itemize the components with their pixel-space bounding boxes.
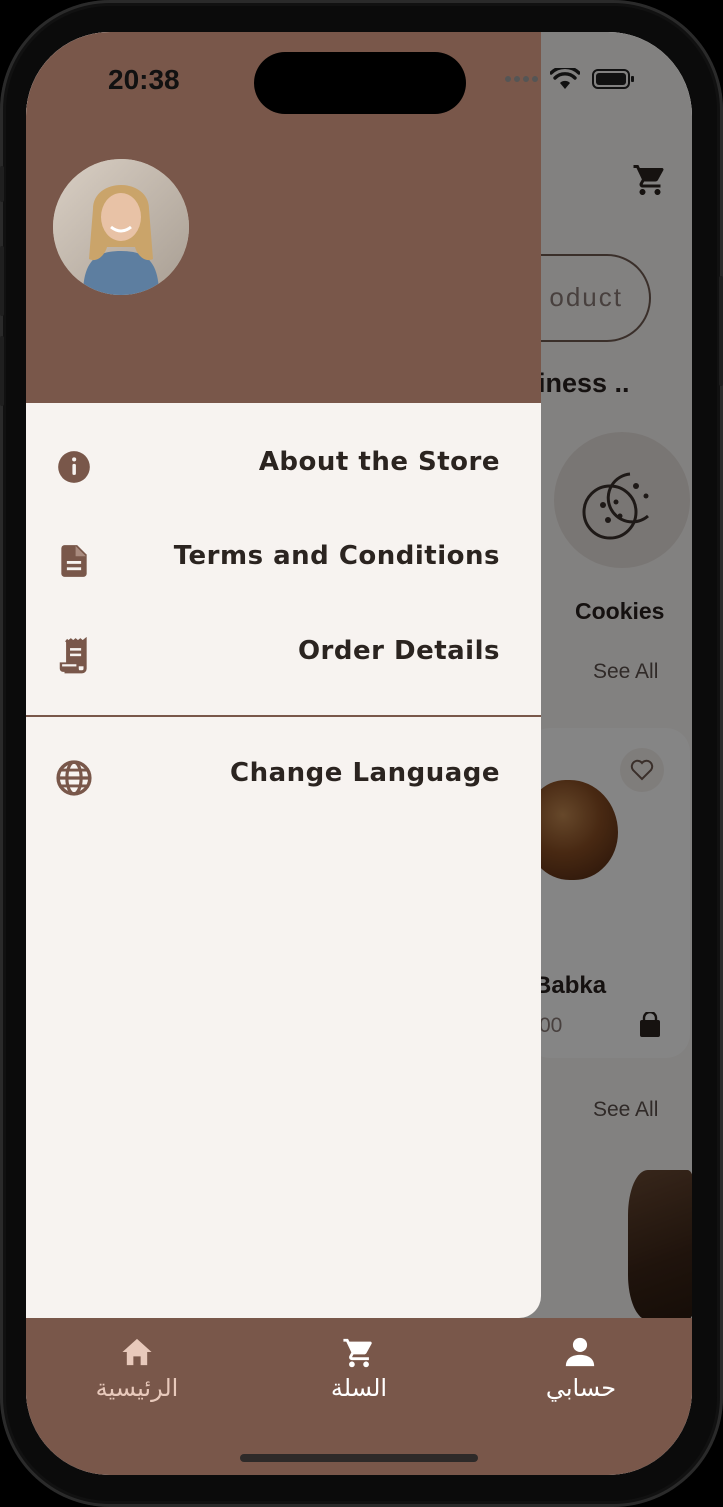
menu-label: Change Language xyxy=(230,758,500,788)
nav-label: حسابي xyxy=(545,1374,617,1402)
volume-up-button xyxy=(0,246,4,316)
signal-icon xyxy=(505,76,538,82)
navigation-drawer: About the Store Terms and Conditions Ord… xyxy=(26,32,541,1318)
avatar[interactable] xyxy=(53,159,189,295)
volume-down-button xyxy=(0,336,4,406)
menu-label: Terms and Conditions xyxy=(173,541,500,571)
nav-label: السلة xyxy=(330,1374,388,1402)
document-icon xyxy=(61,545,87,577)
profile-photo xyxy=(53,159,189,295)
dynamic-island xyxy=(254,52,466,114)
status-time: 20:38 xyxy=(108,64,180,95)
home-icon xyxy=(122,1338,152,1366)
menu-item-order-details[interactable]: Order Details xyxy=(26,616,541,696)
nav-account[interactable]: حسابي xyxy=(501,1318,661,1418)
wifi-icon xyxy=(550,68,580,89)
menu-item-change-language[interactable]: Change Language xyxy=(26,738,541,818)
receipt-icon xyxy=(59,637,87,674)
home-indicator[interactable] xyxy=(240,1454,478,1462)
bottom-navigation: الرئيسية السلة حسابي xyxy=(26,1318,692,1475)
info-icon xyxy=(58,451,90,483)
screen: oduct iness .. Cookies See All e Babka 0… xyxy=(26,32,692,1475)
menu-item-terms[interactable]: Terms and Conditions xyxy=(26,521,541,601)
action-button xyxy=(0,166,4,202)
nav-home[interactable]: الرئيسية xyxy=(57,1318,217,1418)
menu-label: Order Details xyxy=(297,636,500,666)
person-icon xyxy=(565,1337,595,1367)
globe-icon xyxy=(56,760,92,796)
menu-label: About the Store xyxy=(258,447,500,477)
power-button xyxy=(719,276,723,386)
menu-item-about-store[interactable]: About the Store xyxy=(26,427,541,507)
drawer-divider xyxy=(26,715,541,717)
cart-icon xyxy=(343,1338,372,1368)
status-icons xyxy=(504,68,636,90)
nav-cart[interactable]: السلة xyxy=(279,1318,439,1418)
battery-icon xyxy=(592,69,634,89)
nav-label: الرئيسية xyxy=(95,1374,179,1402)
